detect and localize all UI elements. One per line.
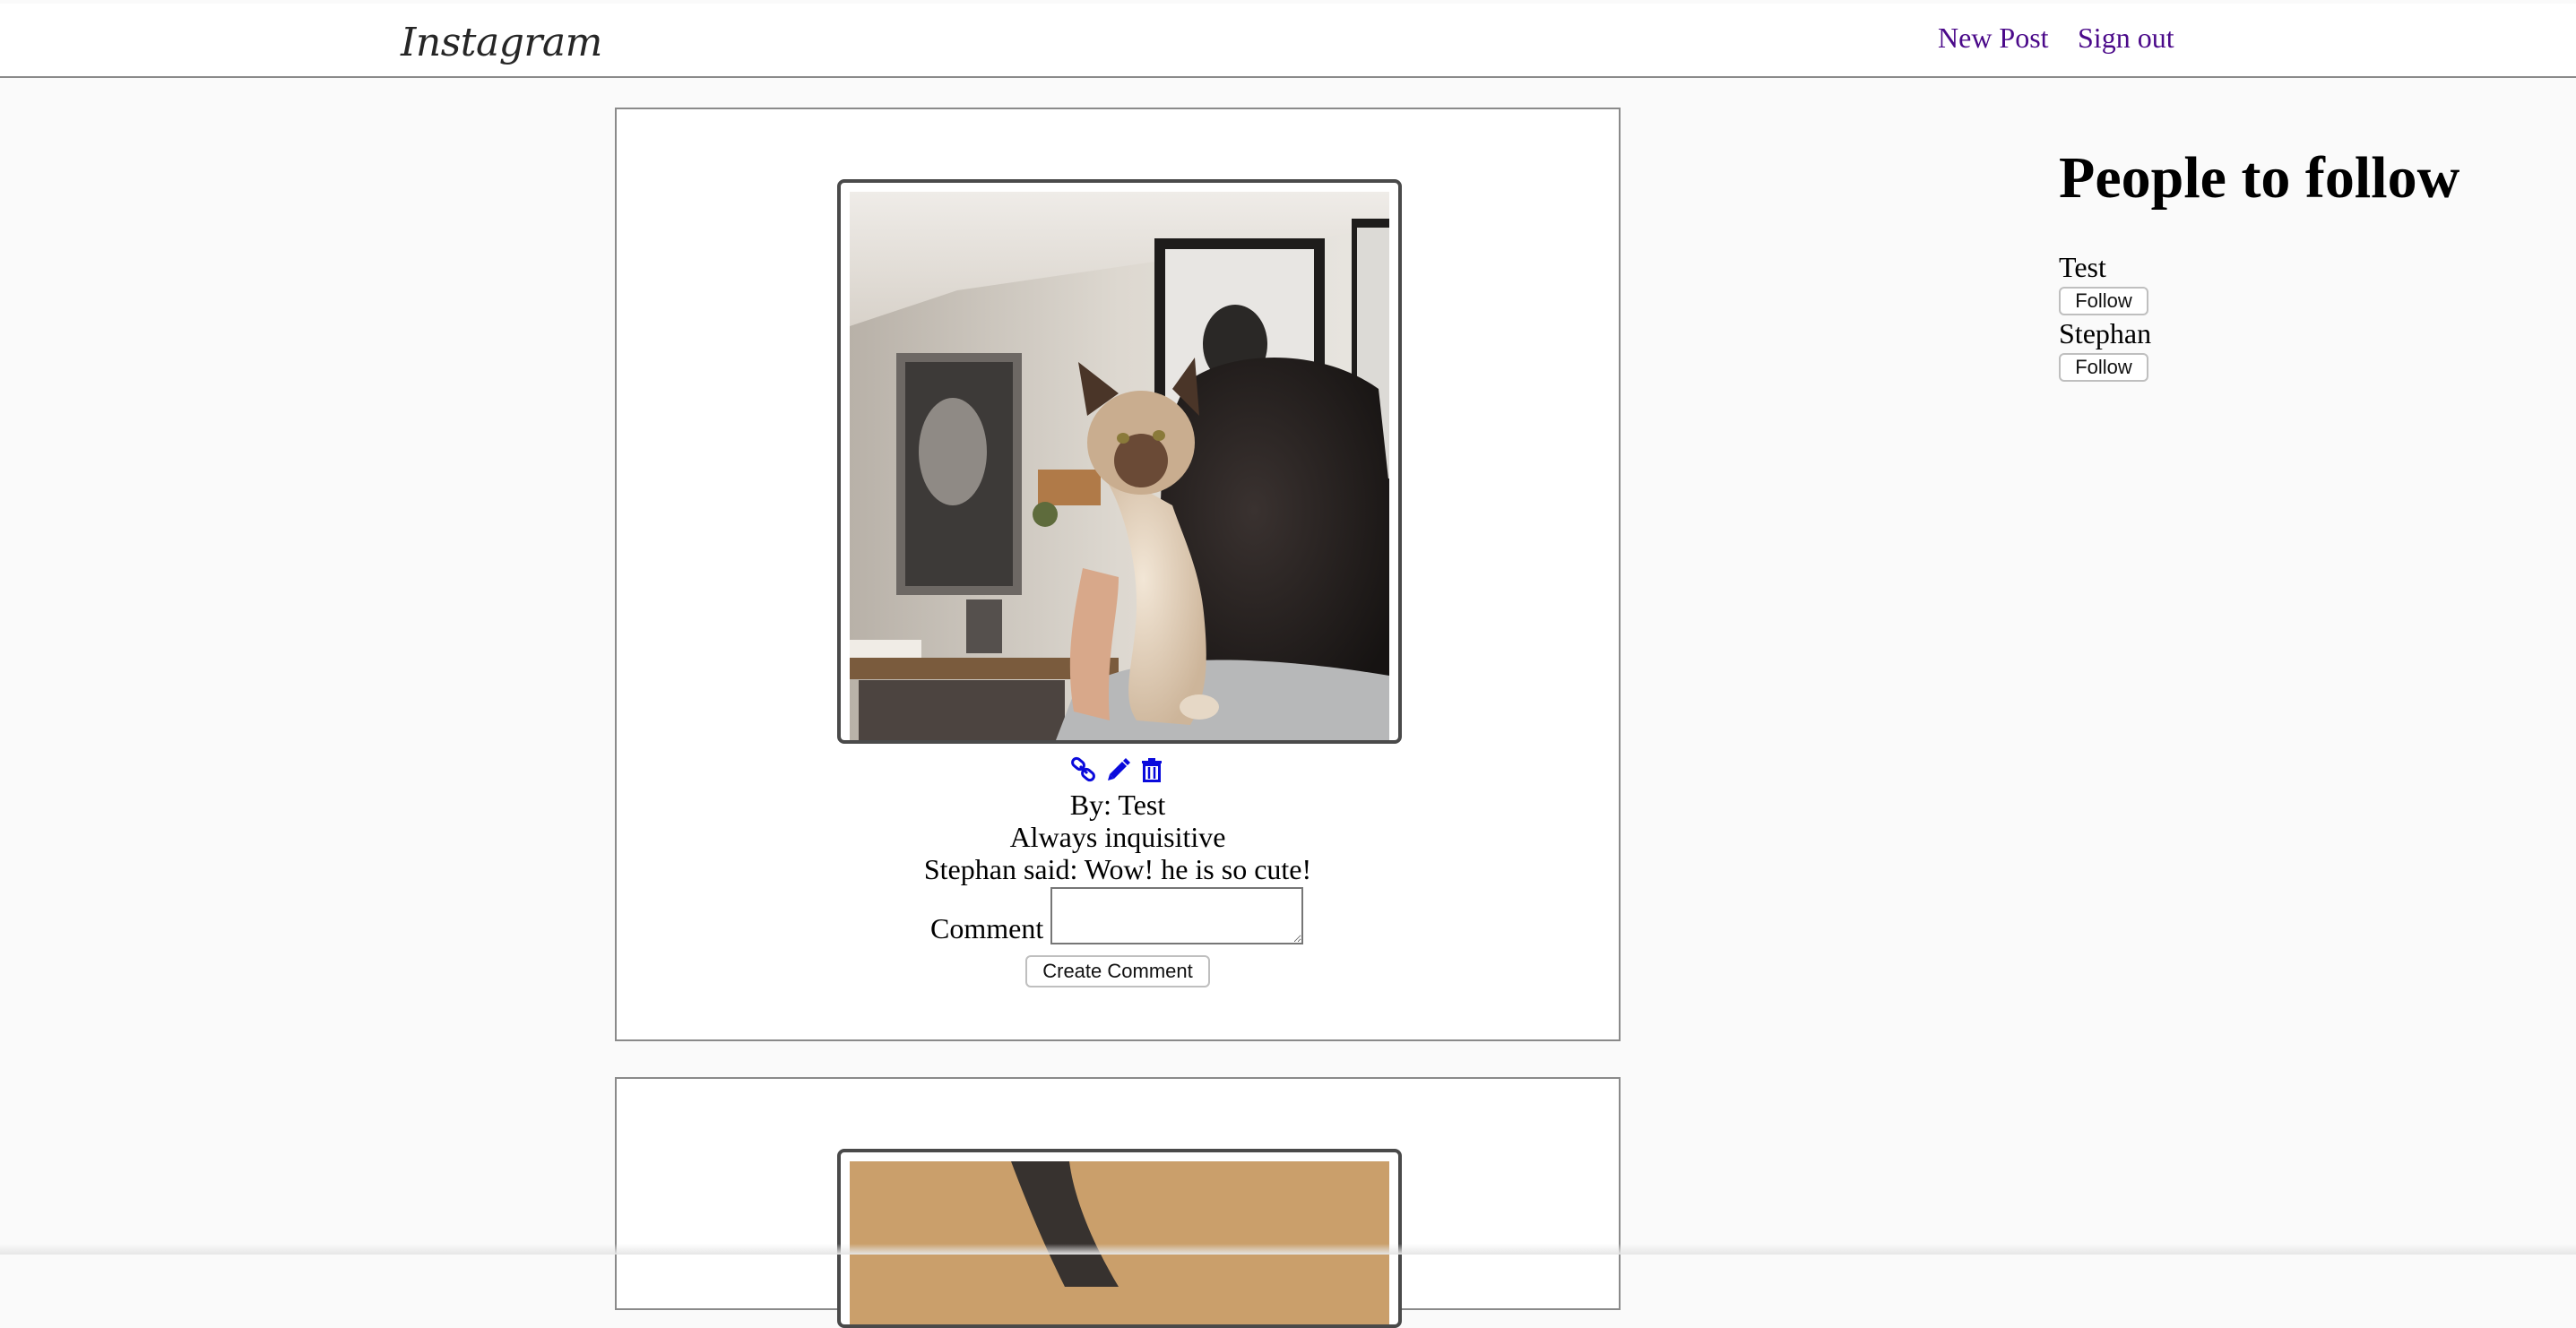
comment-item: Stephan said: Wow! he is so cute! bbox=[923, 853, 1312, 885]
cat-photo bbox=[850, 192, 1389, 740]
post-image-frame bbox=[837, 179, 1402, 744]
instagram-logo[interactable]: Instagram bbox=[401, 20, 602, 65]
sidebar-title: People to follow bbox=[2059, 145, 2460, 211]
new-post-link[interactable]: New Post bbox=[1938, 22, 2049, 55]
navbar: Instagram New Post Sign out bbox=[0, 4, 2576, 78]
follow-button[interactable]: Follow bbox=[2059, 287, 2148, 315]
suggestion-name: Stephan bbox=[2059, 317, 2152, 349]
trash-icon[interactable] bbox=[1138, 756, 1165, 783]
link-icon[interactable] bbox=[1070, 756, 1097, 783]
post-image-frame bbox=[837, 1149, 1402, 1328]
create-comment-button[interactable]: Create Comment bbox=[1025, 955, 1210, 987]
sign-out-link[interactable]: Sign out bbox=[2078, 22, 2174, 55]
post-image[interactable] bbox=[850, 192, 1389, 740]
comment-textarea[interactable] bbox=[1050, 887, 1303, 944]
suggestion-name: Test bbox=[2059, 251, 2106, 283]
pencil-icon[interactable] bbox=[1104, 756, 1131, 783]
bottom-edge bbox=[0, 1244, 2576, 1255]
post-author: By: Test bbox=[1069, 789, 1166, 821]
post-caption: Always inquisitive bbox=[1009, 821, 1226, 853]
comment-form: Comment bbox=[617, 887, 1619, 946]
post-actions bbox=[617, 756, 1619, 787]
post-card bbox=[615, 1077, 1621, 1328]
follow-button[interactable]: Follow bbox=[2059, 353, 2148, 382]
post-card: By: Test Always inquisitive Stephan said… bbox=[615, 108, 1621, 1041]
comment-label: Comment bbox=[930, 912, 1044, 944]
